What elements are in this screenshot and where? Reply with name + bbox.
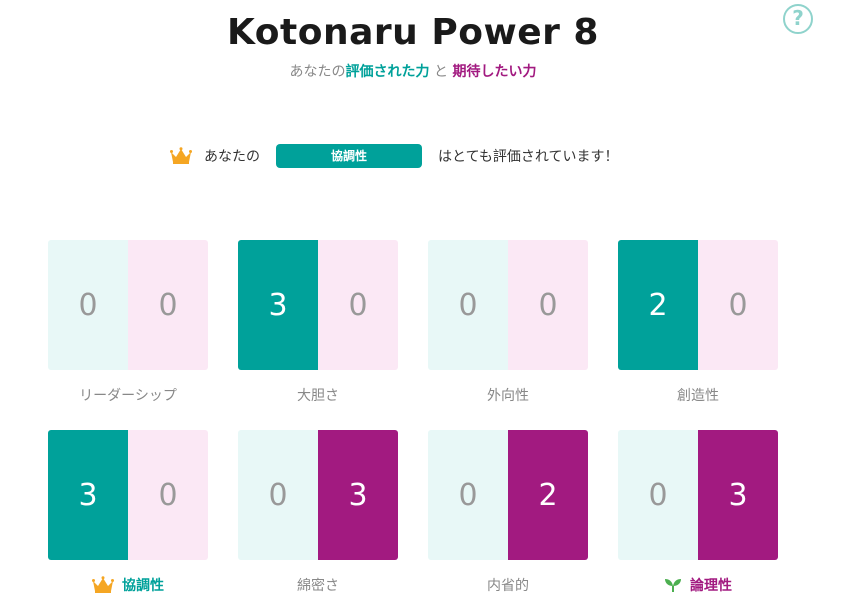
leaf-icon bbox=[665, 579, 681, 592]
score-pair: 0 2 bbox=[428, 430, 588, 560]
evaluated-score: 0 bbox=[428, 240, 508, 370]
expected-score: 3 bbox=[318, 430, 398, 560]
subtitle-expected: 期待したい力 bbox=[452, 64, 537, 80]
power-label-text: 論理性 bbox=[690, 578, 732, 594]
crown-icon bbox=[170, 147, 192, 164]
power-card[interactable]: 3 0 大胆さ bbox=[238, 240, 398, 405]
expected-score: 0 bbox=[508, 240, 588, 370]
expected-score: 0 bbox=[698, 240, 778, 370]
power-label-text: 創造性 bbox=[677, 388, 719, 404]
power-label: 論理性 bbox=[618, 575, 778, 595]
power-label-text: 外向性 bbox=[487, 388, 529, 404]
power-label-text: 綿密さ bbox=[297, 578, 339, 594]
evaluated-score: 3 bbox=[238, 240, 318, 370]
evaluated-score: 0 bbox=[238, 430, 318, 560]
expected-score: 3 bbox=[698, 430, 778, 560]
power-card[interactable]: 0 3 論理性 bbox=[618, 430, 778, 595]
power-card[interactable]: 0 2 内省的 bbox=[428, 430, 588, 595]
power-card[interactable]: 3 0 協調性 bbox=[48, 430, 208, 595]
subtitle-evaluated: 評価された力 bbox=[345, 64, 430, 80]
power-label-text: 協調性 bbox=[122, 578, 164, 594]
evaluated-score: 0 bbox=[618, 430, 698, 560]
help-icon[interactable]: ? bbox=[783, 4, 813, 34]
expected-score: 0 bbox=[128, 240, 208, 370]
power-card[interactable]: 0 0 リーダーシップ bbox=[48, 240, 208, 405]
power-label-text: リーダーシップ bbox=[79, 388, 177, 404]
evaluated-score: 3 bbox=[48, 430, 128, 560]
evaluated-score: 0 bbox=[48, 240, 128, 370]
expected-score: 0 bbox=[318, 240, 398, 370]
power-label: 外向性 bbox=[428, 385, 588, 405]
evaluated-score: 0 bbox=[428, 430, 508, 560]
evaluation-message: あなたの 協調性 はとても評価されています！ bbox=[170, 143, 618, 169]
expected-score: 0 bbox=[128, 430, 208, 560]
page-title: Kotonaru Power 8 bbox=[227, 12, 599, 53]
message-suffix: はとても評価されています！ bbox=[438, 149, 619, 165]
power-label: 大胆さ bbox=[238, 385, 398, 405]
power-label: 綿密さ bbox=[238, 575, 398, 595]
subtitle-connector: と bbox=[429, 64, 453, 80]
score-pair: 0 3 bbox=[618, 430, 778, 560]
score-pair: 0 3 bbox=[238, 430, 398, 560]
power-label-text: 大胆さ bbox=[297, 388, 339, 404]
score-pair: 3 0 bbox=[238, 240, 398, 370]
score-pair: 2 0 bbox=[618, 240, 778, 370]
expected-score: 2 bbox=[508, 430, 588, 560]
score-pair: 3 0 bbox=[48, 430, 208, 560]
power-label-text: 内省的 bbox=[487, 578, 529, 594]
evaluated-score: 2 bbox=[618, 240, 698, 370]
subtitle-prefix: あなたの bbox=[289, 64, 346, 80]
message-prefix: あなたの bbox=[204, 149, 260, 165]
crown-icon bbox=[92, 576, 114, 593]
power-label: 内省的 bbox=[428, 575, 588, 595]
page-subtitle: あなたの評価された力 と 期待したい力 bbox=[0, 61, 826, 81]
power-label: 創造性 bbox=[618, 385, 778, 405]
highlight-badge: 協調性 bbox=[276, 144, 422, 168]
power-label: リーダーシップ bbox=[48, 385, 208, 405]
power-card[interactable]: 2 0 創造性 bbox=[618, 240, 778, 405]
score-pair: 0 0 bbox=[428, 240, 588, 370]
power-card[interactable]: 0 0 外向性 bbox=[428, 240, 588, 405]
power-card[interactable]: 0 3 綿密さ bbox=[238, 430, 398, 595]
power-label: 協調性 bbox=[48, 575, 208, 595]
score-pair: 0 0 bbox=[48, 240, 208, 370]
